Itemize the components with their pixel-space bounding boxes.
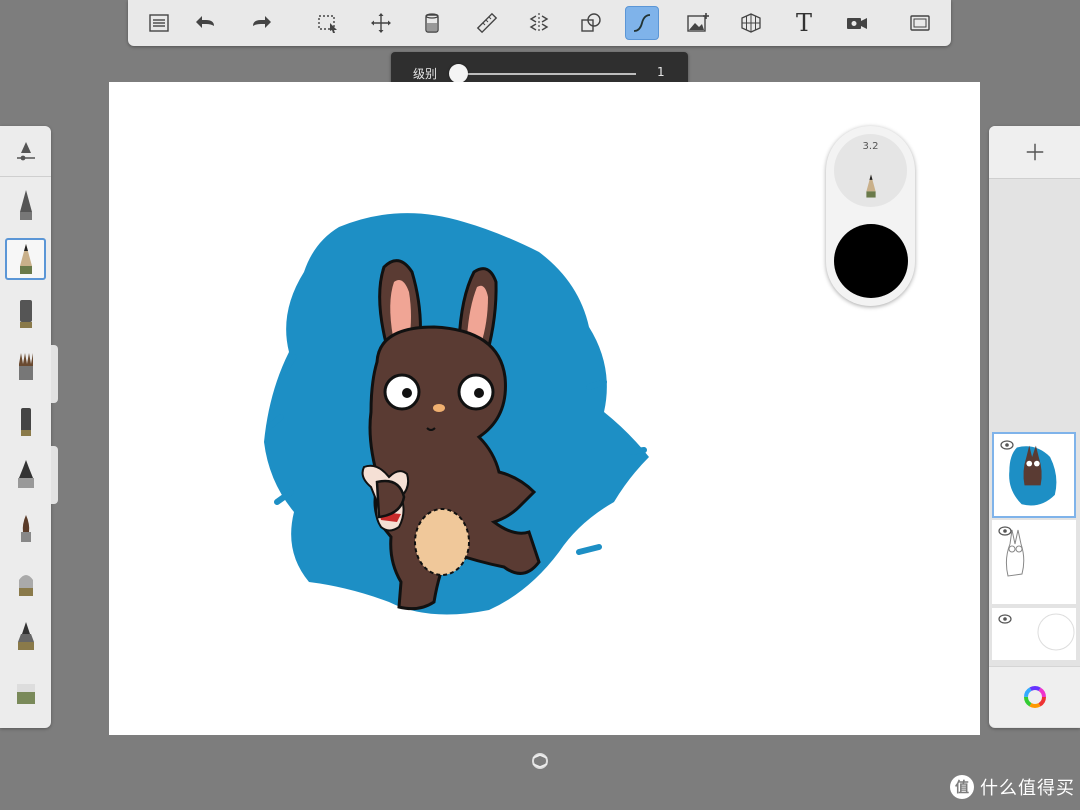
pen-brush-icon[interactable]: [5, 400, 46, 442]
pencil-brush-selected-icon[interactable]: [5, 238, 46, 280]
level-slider-track[interactable]: [459, 73, 636, 75]
shapes-icon[interactable]: [574, 6, 608, 40]
brush-properties-button[interactable]: [0, 126, 51, 177]
brush-tip-icon[interactable]: [5, 508, 46, 550]
panel-drag-handle[interactable]: [51, 345, 58, 403]
fill-icon[interactable]: [415, 6, 449, 40]
watermark: 值 什么值得买: [950, 774, 1075, 800]
perspective-icon[interactable]: [734, 6, 768, 40]
eye-icon[interactable]: [1000, 440, 1014, 450]
paint-brush-icon[interactable]: [5, 346, 46, 388]
transform-icon[interactable]: [364, 6, 398, 40]
smudge-icon[interactable]: [5, 562, 46, 604]
panel-drag-handle[interactable]: [51, 446, 58, 504]
import-image-icon[interactable]: [681, 6, 715, 40]
marker-brush-icon[interactable]: [5, 292, 46, 334]
color-wheel-icon: [1023, 686, 1046, 708]
fullscreen-icon[interactable]: [903, 6, 937, 40]
eye-icon[interactable]: [998, 614, 1012, 624]
brush-size-value: 3.2: [862, 141, 879, 152]
pencil-brush-icon[interactable]: [5, 184, 46, 226]
eye-icon[interactable]: [998, 526, 1012, 536]
plus-icon: [1026, 143, 1043, 161]
rotate-reset-icon[interactable]: [529, 750, 551, 772]
eraser-icon[interactable]: [5, 670, 46, 712]
background-layer-preview: [1037, 613, 1075, 651]
top-toolbar: T: [128, 0, 951, 46]
level-slider-thumb[interactable]: [449, 64, 468, 83]
layer-thumbnail-background[interactable]: [992, 608, 1076, 660]
level-value: 1: [657, 65, 665, 79]
stroke-smoothing-icon[interactable]: [625, 6, 659, 40]
level-label: 级别: [413, 67, 438, 81]
undo-icon[interactable]: [189, 6, 223, 40]
brush-properties-icon: [16, 142, 35, 161]
color-editor-button[interactable]: [989, 666, 1080, 727]
symmetry-icon[interactable]: [522, 6, 556, 40]
text-icon[interactable]: T: [787, 6, 821, 40]
record-icon[interactable]: [840, 6, 874, 40]
layer-thumbnail-colored[interactable]: [992, 432, 1076, 518]
brush-size-puck[interactable]: 3.2: [834, 134, 907, 207]
brush-puck[interactable]: 3.2: [826, 126, 915, 306]
selection-icon[interactable]: [311, 6, 345, 40]
layer-panel: [989, 126, 1080, 728]
airbrush-icon[interactable]: [5, 454, 46, 496]
add-layer-button[interactable]: [989, 126, 1080, 179]
fill-brush-icon[interactable]: [5, 616, 46, 658]
layer-thumbnail-sketch[interactable]: [992, 520, 1076, 604]
watermark-text: 什么值得买: [980, 778, 1075, 799]
brush-library-panel: [0, 126, 51, 728]
list-icon[interactable]: [142, 6, 176, 40]
watermark-logo: 值: [950, 775, 974, 799]
color-puck[interactable]: [834, 224, 908, 298]
current-brush-icon: [866, 174, 876, 198]
redo-icon[interactable]: [244, 6, 278, 40]
ruler-icon[interactable]: [470, 6, 504, 40]
